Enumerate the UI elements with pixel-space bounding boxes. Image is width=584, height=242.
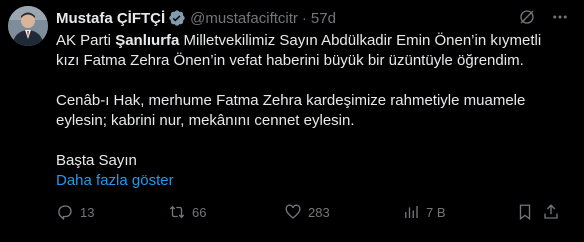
like-icon: [285, 204, 301, 219]
action-bar: 13 66 283 7 B: [56, 202, 576, 222]
reply-count: 13: [80, 204, 95, 220]
like-count: 283: [308, 204, 330, 220]
tweet-line: AK Parti Şanlıurfa Milletvekilimiz Sayın…: [56, 31, 576, 51]
tweet-line: Başta Sayın: [56, 152, 137, 169]
separator-dot: ·: [301, 9, 307, 27]
like-button[interactable]: 283: [284, 203, 402, 221]
verified-badge-icon: [168, 9, 186, 27]
tweet[interactable]: Mustafa ÇİFTÇİ @mustafaciftcitr · 57d AK…: [0, 0, 584, 242]
reply-icon: [58, 205, 72, 221]
show-more-link[interactable]: Daha fazla göster: [56, 172, 174, 189]
more-icon[interactable]: [550, 8, 570, 26]
grok-icon[interactable]: [518, 8, 536, 26]
tweet-line: eylesin; kabrini nur, mekânını cennet ey…: [56, 112, 355, 129]
bookmark-button[interactable]: [516, 203, 542, 221]
tweet-line: Cenâb-ı Hak, merhume Fatma Zehra kardeşi…: [56, 92, 526, 109]
share-icon: [544, 204, 558, 219]
author-name[interactable]: Mustafa ÇİFTÇİ: [56, 10, 165, 27]
hashtag-location: Şanlıurfa: [115, 32, 180, 49]
author-handle[interactable]: @mustafaciftcitr: [190, 10, 298, 27]
repost-icon: [169, 205, 185, 219]
tweet-text-segment: Milletvekilimiz Sayın Abdülkadir Emin Ön…: [179, 32, 542, 49]
repost-count: 66: [192, 204, 207, 220]
tweet-header: Mustafa ÇİFTÇİ @mustafaciftcitr · 57d: [56, 8, 576, 28]
timestamp[interactable]: 57d: [311, 10, 336, 27]
bookmark-icon: [519, 204, 531, 221]
reply-button[interactable]: 13: [56, 203, 168, 221]
repost-button[interactable]: 66: [168, 203, 284, 221]
share-button[interactable]: [542, 203, 562, 221]
avatar[interactable]: [8, 6, 48, 46]
tweet-text-segment: AK Parti: [56, 32, 116, 49]
tweet-text: AK Parti Şanlıurfa Milletvekilimiz Sayın…: [56, 31, 576, 191]
views-icon: [405, 206, 418, 218]
views-count: 7 B: [426, 204, 446, 220]
tweet-line: kızı Fatma Zehra Önen’in vefat haberini …: [56, 52, 524, 69]
avatar-photo: [8, 6, 48, 46]
views-button[interactable]: 7 B: [402, 203, 516, 221]
